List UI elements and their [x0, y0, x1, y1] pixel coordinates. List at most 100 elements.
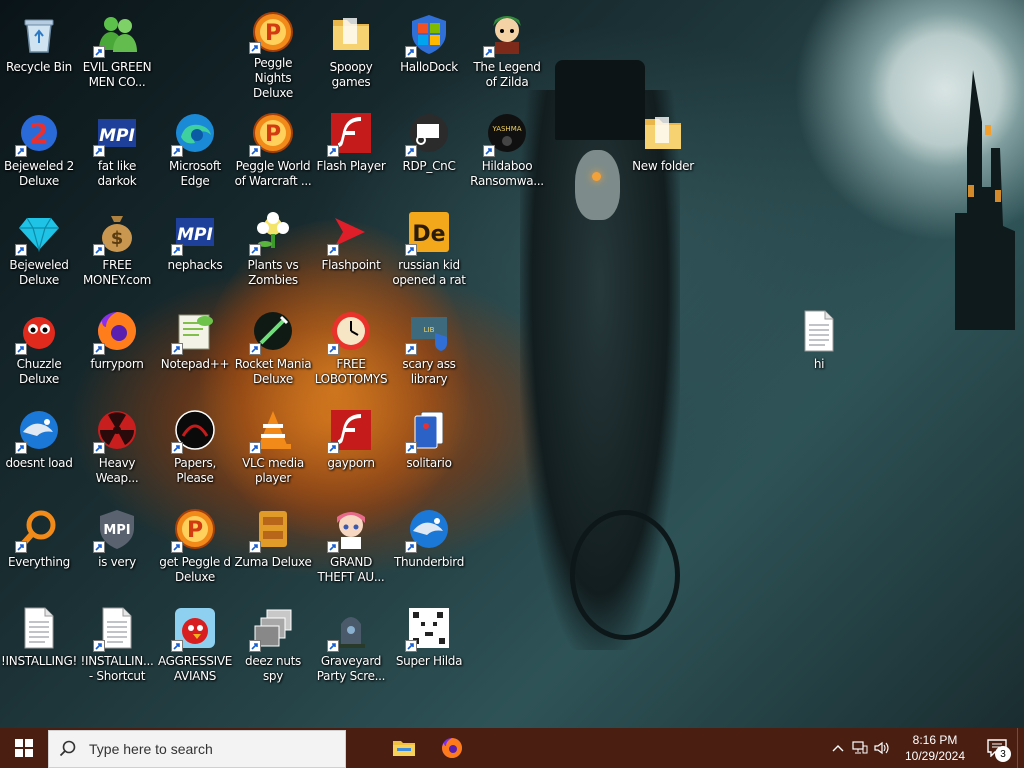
desktop-icon[interactable]: VLC media player	[234, 400, 312, 496]
desktop-icon[interactable]: hi	[780, 301, 858, 397]
shortcut-arrow-icon	[93, 541, 105, 553]
desktop-icon-label: furryporn	[90, 357, 144, 371]
desktop-icon[interactable]: 2 Bejeweled 2 Deluxe	[0, 103, 78, 199]
desktop-icon-label: VLC media player	[242, 456, 304, 485]
desktop-icon-label: Flash Player	[316, 159, 386, 173]
desktop-icon[interactable]: EVIL GREEN MEN CO...	[78, 4, 156, 100]
shortcut-arrow-icon	[93, 442, 105, 454]
recycle-bin-icon	[15, 10, 63, 58]
desktop-icon-label: !INSTALLING!	[1, 654, 77, 668]
desktop-icon[interactable]: Thunderbird	[390, 499, 468, 595]
firefox-icon	[442, 738, 462, 758]
desktop-icon[interactable]: De russian kid opened a rat	[390, 202, 468, 298]
desktop-icon[interactable]: gayporn	[312, 400, 390, 496]
taskbar-clock[interactable]: 8:16 PM 10/29/2024	[897, 732, 973, 764]
tray-overflow-chevron-icon[interactable]	[827, 728, 849, 768]
desktop-icon-label: Bejeweled Deluxe	[9, 258, 69, 287]
desktop-icon-label: Peggle Nights Deluxe	[253, 56, 293, 100]
clock-date: 10/29/2024	[904, 749, 966, 763]
desktop-icon[interactable]: AGGRESSIVE AVIANS	[156, 598, 234, 694]
wallpaper-castle-window	[968, 185, 974, 197]
desktop-icon[interactable]: Papers, Please	[156, 400, 234, 496]
desktop-icon[interactable]: Super Hilda	[390, 598, 468, 694]
desktop-icon-label: The Legend of Zilda	[473, 60, 541, 89]
desktop-icon[interactable]: !INSTALLING!	[0, 598, 78, 694]
desktop-icon[interactable]: P Peggle Nights Deluxe	[234, 4, 312, 100]
desktop-icon[interactable]: furryporn	[78, 301, 156, 397]
desktop-icon[interactable]: !INSTALLIN... - Shortcut	[78, 598, 156, 694]
desktop-icon[interactable]: MPI is very	[78, 499, 156, 595]
notification-count-badge: 3	[995, 746, 1011, 762]
desktop-icon[interactable]: Notepad++	[156, 301, 234, 397]
svg-text:$: $	[111, 228, 124, 249]
desktop-icon[interactable]: Everything	[0, 499, 78, 595]
vlc-icon	[249, 406, 297, 454]
search-input[interactable]	[87, 739, 331, 758]
desktop-icon[interactable]: Graveyard Party Scre...	[312, 598, 390, 694]
desktop-icon[interactable]: Heavy Weap...	[78, 400, 156, 496]
start-button[interactable]	[0, 728, 48, 768]
desktop-icon[interactable]: RDP_CnC	[390, 103, 468, 199]
desktop-icon[interactable]: Rocket Mania Deluxe	[234, 301, 312, 397]
desktop-icon[interactable]: The Legend of Zilda	[468, 4, 546, 100]
desktop-icon[interactable]: Microsoft Edge	[156, 103, 234, 199]
desktop-icon[interactable]: doesnt load	[0, 400, 78, 496]
desktop-icon[interactable]: Pget Peggle d Deluxe	[156, 499, 234, 595]
desktop-icon[interactable]: Bejeweled Deluxe	[0, 202, 78, 298]
pixel-cat-icon	[405, 604, 453, 652]
shortcut-arrow-icon	[405, 46, 417, 58]
desktop-icon[interactable]: Chuzzle Deluxe	[0, 301, 78, 397]
desktop-icon[interactable]: Zuma Deluxe	[234, 499, 312, 595]
network-icon[interactable]	[849, 728, 871, 768]
shortcut-arrow-icon	[327, 343, 339, 355]
desktop-icon[interactable]: YASHMA Hildaboo Ransomwa...	[468, 103, 546, 199]
desktop-icon[interactable]: Flash Player	[312, 103, 390, 199]
yashma-icon: YASHMA	[483, 109, 531, 157]
desktop-icon[interactable]: deez nuts spy	[234, 598, 312, 694]
desktop-icon-label: gayporn	[327, 456, 375, 470]
desktop-icon[interactable]: solitario	[390, 400, 468, 496]
folder-icon	[639, 109, 687, 157]
desktop-icon[interactable]: $ FREE MONEY.com	[78, 202, 156, 298]
wallpaper-reaper-skull	[575, 150, 620, 220]
shortcut-arrow-icon	[171, 145, 183, 157]
wallpaper-castle-window	[995, 190, 1001, 202]
svg-text:LIB: LIB	[424, 326, 435, 334]
desktop-icon[interactable]: Plants vs Zombies	[234, 202, 312, 298]
desktop-icon[interactable]: FREE LOBOTOMYS	[312, 301, 390, 397]
show-desktop-button[interactable]	[1017, 728, 1024, 768]
action-center-button[interactable]: 3	[977, 728, 1017, 768]
shortcut-arrow-icon	[249, 145, 261, 157]
desktop-icon-label: HalloDock	[400, 60, 458, 74]
desktop-icon[interactable]: MPI nephacks	[156, 202, 234, 298]
taskbar-firefox[interactable]	[428, 728, 476, 768]
text-file-icon	[93, 604, 141, 652]
desktop-icon[interactable]: Spoopy games	[312, 4, 390, 100]
desktop-icon[interactable]: GRAND THEFT AU...	[312, 499, 390, 595]
taskbar-search-box[interactable]	[48, 729, 346, 768]
svg-text:P: P	[187, 518, 203, 543]
volume-icon[interactable]	[871, 728, 893, 768]
shortcut-arrow-icon	[405, 541, 417, 553]
desktop-icon[interactable]: LIB scary ass library	[390, 301, 468, 397]
wallpaper-castle-window	[985, 125, 991, 135]
desktop-icon[interactable]: MPI fat like darkok	[78, 103, 156, 199]
desktop-icon[interactable]: Recycle Bin	[0, 4, 78, 100]
desktop-icon-label: FREE LOBOTOMYS	[314, 357, 388, 386]
shortcut-arrow-icon	[15, 541, 27, 553]
clock-time: 8:16 PM	[912, 733, 958, 747]
svg-text:MPI: MPI	[103, 523, 130, 538]
desktop-icon-label: russian kid opened a rat	[392, 258, 466, 287]
shortcut-arrow-icon	[171, 442, 183, 454]
desktop-icon[interactable]: HalloDock	[390, 4, 468, 100]
money-bag-icon: $	[93, 208, 141, 256]
bejeweled2-icon: 2	[15, 109, 63, 157]
desktop-icon-label: Super Hilda	[395, 654, 463, 668]
shortcut-arrow-icon	[15, 244, 27, 256]
taskbar-file-explorer[interactable]	[380, 728, 428, 768]
thunderbird-icon	[15, 406, 63, 454]
desktop-icon[interactable]: Flashpoint	[312, 202, 390, 298]
desktop-icon[interactable]: New folder	[624, 103, 702, 199]
shortcut-arrow-icon	[327, 145, 339, 157]
desktop-icon[interactable]: P Peggle World of Warcraft ...	[234, 103, 312, 199]
